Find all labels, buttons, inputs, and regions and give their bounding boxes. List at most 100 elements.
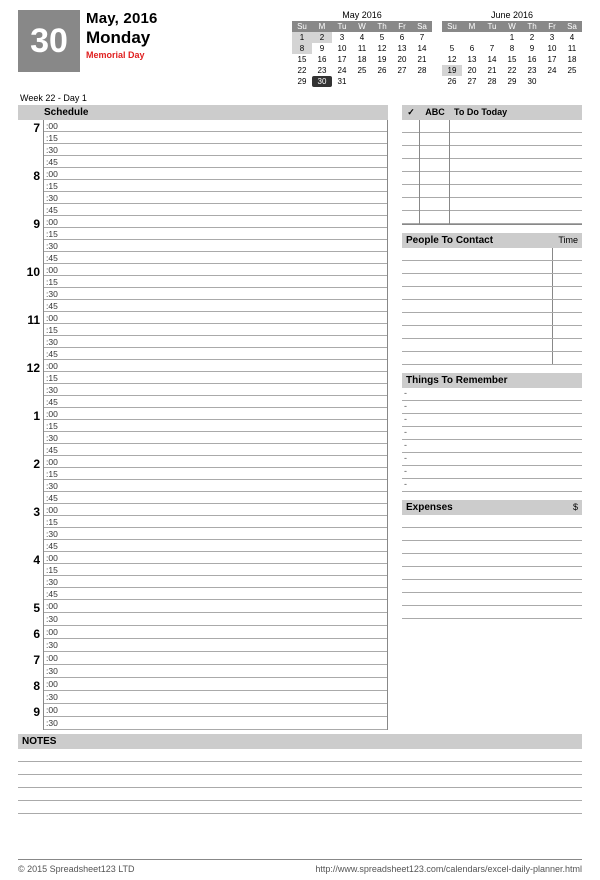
schedule-slot: :15 [44,468,387,480]
todo-row [450,198,582,211]
expense-row [402,580,582,593]
schedule-slot: :15 [44,564,387,576]
schedule-slot: :45 [44,348,387,360]
remember-row: - [402,388,582,401]
schedule-slot: :30 [44,717,387,730]
todo-row [450,146,582,159]
day-number: 30 [18,10,80,72]
hour-label: 9 [18,216,44,264]
month-year: May, 2016 [86,10,158,27]
schedule-slot: :15 [44,228,387,240]
remember-header: Things To Remember [402,373,582,388]
schedule-slot: :15 [44,372,387,384]
schedule-slot: :00 [44,626,387,639]
schedule-slot: :45 [44,588,387,600]
hour-label: 7 [18,652,44,678]
schedule-slot: :00 [44,678,387,691]
contact-row [402,339,582,352]
expense-row [402,515,582,528]
schedule-slot: :30 [44,691,387,704]
notes-row [18,801,582,814]
todo-row [420,198,449,211]
schedule-slot: :30 [44,144,387,156]
schedule-slot: :15 [44,420,387,432]
expenses-rows [402,515,582,619]
todo-row [450,133,582,146]
contact-rows [402,248,582,365]
hour-label: 11 [18,312,44,360]
footer: © 2015 Spreadsheet123 LTD http://www.spr… [18,859,582,874]
remember-row: - [402,427,582,440]
contact-row [402,274,582,287]
todo-row [402,185,419,198]
schedule-slot: :00 [44,216,387,228]
schedule-slot: :45 [44,396,387,408]
schedule-slot: :15 [44,132,387,144]
schedule-slot: :15 [44,516,387,528]
remember-panel: Things To Remember -------- [402,373,582,492]
todo-row [450,120,582,133]
remember-row: - [402,401,582,414]
todo-row [402,120,419,133]
remember-row: - [402,466,582,479]
todo-header: ✓ ABC To Do Today [402,105,582,120]
hour-label: 10 [18,264,44,312]
schedule-slot: :00 [44,120,387,132]
schedule-slot: :00 [44,264,387,276]
schedule-slot: :30 [44,613,387,626]
remember-row: - [402,479,582,492]
remember-rows: -------- [402,388,582,492]
todo-row [420,211,449,224]
footer-copyright: © 2015 Spreadsheet123 LTD [18,864,135,874]
notes-row [18,749,582,762]
hour-label: 5 [18,600,44,626]
schedule-slot: :45 [44,156,387,168]
schedule-slot: :15 [44,324,387,336]
expenses-symbol: $ [573,502,578,513]
todo-row [402,146,419,159]
schedule-slot: :00 [44,652,387,665]
hour-label: 4 [18,552,44,600]
schedule-slot: :30 [44,192,387,204]
contact-time-label: Time [558,235,578,246]
footer-url: http://www.spreadsheet123.com/calendars/… [315,864,582,874]
schedule-slot: :45 [44,204,387,216]
mini-calendar: May 2016SuMTuWThFrSa12345678910111213141… [292,10,432,87]
hour-label: 8 [18,168,44,216]
contact-row [402,300,582,313]
mini-calendars: May 2016SuMTuWThFrSa12345678910111213141… [292,10,582,87]
schedule-slot: :45 [44,492,387,504]
hour-label: 9 [18,704,44,730]
mini-calendar: June 2016SuMTuWThFrSa1234567891011121314… [442,10,582,87]
notes-row [18,775,582,788]
hour-label: 6 [18,626,44,652]
expense-row [402,554,582,567]
schedule-slot: :45 [44,300,387,312]
schedule-slot: :30 [44,639,387,652]
expense-row [402,528,582,541]
contact-row [402,287,582,300]
hour-label: 7 [18,120,44,168]
schedule-slot: :00 [44,600,387,613]
remember-row: - [402,453,582,466]
minical-title: May 2016 [292,10,432,20]
todo-row [420,133,449,146]
todo-row [402,172,419,185]
schedule-header: Schedule [18,105,388,120]
todo-row [450,159,582,172]
contact-title: People To Contact [406,235,493,246]
todo-panel: ✓ ABC To Do Today [402,105,582,225]
todo-row [450,172,582,185]
todo-col-title: To Do Today [450,105,582,120]
todo-row [402,198,419,211]
schedule-slot: :45 [44,444,387,456]
contact-row [402,326,582,339]
schedule-slot: :30 [44,480,387,492]
schedule-slot: :15 [44,180,387,192]
todo-row [420,120,449,133]
schedule-slot: :00 [44,456,387,468]
schedule-slot: :30 [44,288,387,300]
schedule-slot: :30 [44,432,387,444]
expense-row [402,593,582,606]
todo-row [420,146,449,159]
